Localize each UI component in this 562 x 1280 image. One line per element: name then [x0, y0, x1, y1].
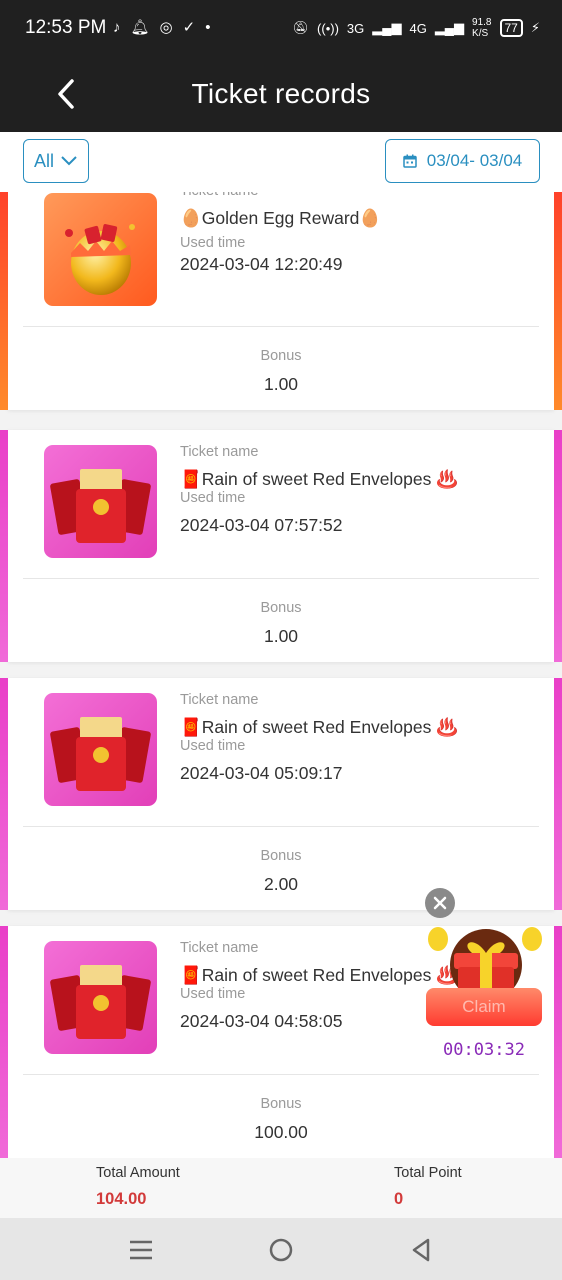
signal-3g-label: 3G: [346, 20, 365, 36]
ticket-record-card: Ticket name 🧧Rain of sweet Red Envelopes…: [0, 430, 562, 662]
ticket-name-label: Ticket name: [180, 692, 259, 708]
bonus-value: 1.00: [263, 374, 299, 394]
total-point-label: Total Point: [394, 1165, 462, 1181]
card-accent-strip: [0, 926, 8, 1158]
total-amount-value: 104.00: [96, 1190, 147, 1208]
used-time-label: Used time: [180, 738, 246, 754]
ticket-name-value: 🧧Rain of sweet Red Envelopes ♨️: [180, 469, 459, 489]
system-navigation-bar: [0, 1218, 562, 1280]
card-divider: [23, 326, 539, 327]
bonus-value: 100.00: [254, 1122, 308, 1142]
ticket-name-value: 🥚Golden Egg Reward🥚: [180, 208, 382, 228]
card-accent-strip: [0, 192, 8, 410]
card-divider: [23, 826, 539, 827]
used-time-label: Used time: [180, 986, 246, 1002]
network-speed-value: 91.8: [472, 17, 492, 28]
status-notification-icons: ♪ 🔔︎ ◎ ✓ •: [113, 18, 211, 37]
card-divider: [23, 578, 539, 579]
red-envelope-thumbnail: [44, 445, 157, 558]
status-system-icons: 🔕︎ ((•)) 3G ▂▄▆ 4G ▂▄▆ 91.8 K/S 77 ⚡: [293, 17, 540, 39]
close-widget-button[interactable]: [425, 888, 455, 918]
ticket-name-label: Ticket name: [180, 940, 259, 956]
network-speed: 91.8 K/S: [472, 17, 491, 39]
status-bar: 12:53 PM ♪ 🔔︎ ◎ ✓ • 🔕︎ ((•)) 3G ▂▄▆ 4G ▂…: [0, 0, 562, 58]
used-time-value: 2024-03-04 12:20:49: [180, 254, 343, 274]
app-header: Ticket records: [0, 58, 562, 132]
close-icon: [433, 896, 447, 910]
battery-indicator: 77: [499, 19, 523, 37]
bonus-label: Bonus: [260, 348, 302, 364]
used-time-value: 2024-03-04 05:09:17: [180, 763, 343, 783]
used-time-value: 2024-03-04 04:58:05: [180, 1011, 343, 1031]
signal-4g-label: 4G: [409, 20, 427, 36]
golden-egg-thumbnail: [44, 193, 157, 306]
home-button[interactable]: [268, 1237, 294, 1263]
bonus-value: 1.00: [263, 626, 299, 646]
ticket-name-label: Ticket name: [180, 444, 259, 460]
ticket-record-card: Ticket name 🥚Golden Egg Reward🥚 Used tim…: [0, 192, 562, 410]
card-accent-strip: [554, 926, 562, 1158]
used-time-label: Used time: [180, 235, 246, 251]
network-speed-unit: K/S: [472, 28, 489, 39]
type-filter-dropdown[interactable]: All: [23, 139, 89, 183]
card-accent-strip: [0, 430, 8, 662]
filter-bar: All 03/04- 03/04: [0, 132, 562, 192]
charging-icon: ⚡: [530, 20, 540, 35]
ticket-name-label: Ticket name: [180, 192, 258, 199]
total-amount-label: Total Amount: [96, 1165, 180, 1181]
bell-icon: 🔔︎: [130, 19, 150, 36]
calendar-icon: [403, 154, 417, 168]
ticket-record-card: Ticket name 🧧Rain of sweet Red Envelopes…: [0, 678, 562, 910]
card-accent-strip: [0, 678, 8, 910]
hotspot-icon: ((•)): [317, 20, 339, 36]
card-accent-strip: [554, 430, 562, 662]
status-time: 12:53 PM: [25, 17, 107, 38]
signal-bars-icon: ▂▄▆: [372, 20, 402, 35]
total-point-value: 0: [394, 1190, 404, 1208]
page-title: Ticket records: [191, 78, 371, 109]
date-range-picker[interactable]: 03/04- 03/04: [385, 139, 540, 183]
chevron-down-icon: [61, 156, 77, 166]
dot-icon: •: [205, 18, 211, 36]
claim-reward-widget: Claim 00:03:32: [420, 885, 550, 1065]
bonus-label: Bonus: [260, 600, 302, 616]
recent-apps-button[interactable]: [128, 1238, 154, 1262]
totals-bar: Total Amount 104.00 Total Point 0: [0, 1158, 562, 1218]
check-icon: ✓: [182, 19, 196, 36]
claim-button[interactable]: Claim: [426, 988, 542, 1026]
red-envelope-thumbnail: [44, 941, 157, 1054]
type-filter-value: All: [33, 150, 54, 171]
tiktok-icon: ♪: [113, 18, 121, 36]
bonus-label: Bonus: [260, 848, 302, 864]
app-icon: ◎: [159, 19, 173, 36]
bonus-label: Bonus: [260, 1096, 302, 1112]
back-nav-button[interactable]: [408, 1237, 434, 1263]
signal-bars-icon: ▂▄▆: [434, 20, 465, 35]
used-time-label: Used time: [180, 490, 246, 506]
ticket-name-value: 🧧Rain of sweet Red Envelopes ♨️: [180, 965, 459, 985]
ticket-name-value: 🧧Rain of sweet Red Envelopes ♨️: [180, 717, 459, 737]
date-range-value: 03/04- 03/04: [426, 151, 523, 170]
red-envelope-thumbnail: [44, 693, 157, 806]
card-divider: [23, 1074, 539, 1075]
used-time-value: 2024-03-04 07:57:52: [180, 515, 343, 535]
card-accent-strip: [554, 192, 562, 410]
card-accent-strip: [554, 678, 562, 910]
claim-countdown-timer: 00:03:32: [443, 1040, 525, 1060]
mute-icon: 🔕︎: [292, 20, 310, 35]
